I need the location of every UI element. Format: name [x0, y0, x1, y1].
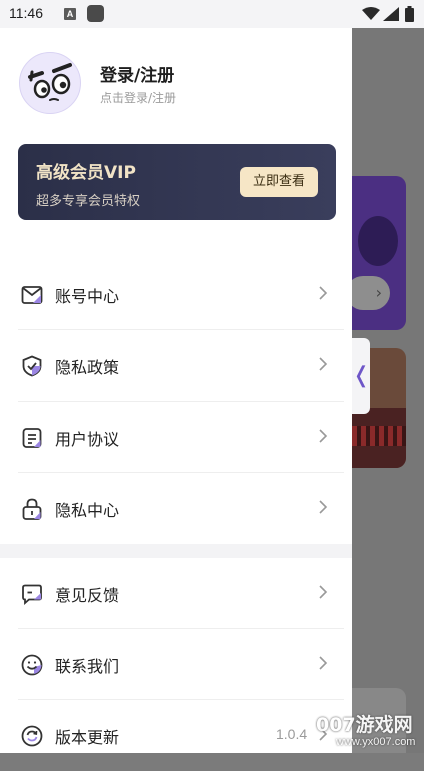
- signal-icon: [383, 7, 399, 21]
- chevron-right-icon: [319, 429, 328, 443]
- notification-a-icon: A: [64, 8, 76, 20]
- notification-app-icon: [87, 5, 104, 22]
- battery-icon: [405, 6, 414, 22]
- chevron-right-icon: [319, 585, 328, 599]
- avatar[interactable]: [19, 52, 81, 114]
- menu-item-label: 联系我们: [55, 657, 120, 676]
- smile-icon: [21, 654, 43, 676]
- wifi-icon: [362, 7, 380, 20]
- menu-item-label: 用户协议: [55, 430, 120, 449]
- menu-item-label: 隐私中心: [55, 501, 120, 520]
- feedback-icon: [22, 584, 42, 605]
- login-register-subtitle: 点击登录/注册: [100, 91, 177, 105]
- menu-item-feedback[interactable]: 意见反馈: [0, 558, 352, 629]
- mail-icon: [21, 286, 43, 304]
- menu-item-privacy-policy[interactable]: 隐私政策: [0, 330, 352, 401]
- menu-item-version-update[interactable]: 版本更新 1.0.4: [0, 700, 352, 771]
- menu-item-label: 账号中心: [55, 287, 120, 306]
- vip-title: 高级会员VIP: [36, 163, 136, 183]
- lock-icon: [22, 498, 42, 520]
- chevron-right-icon: [319, 656, 328, 670]
- menu-item-user-agreement[interactable]: 用户协议: [0, 402, 352, 473]
- status-bar: 11:46 A: [0, 0, 424, 28]
- watermark-url: www.yx007.com: [336, 736, 416, 748]
- background-card: ›: [346, 176, 406, 330]
- login-register-title[interactable]: 登录/注册: [100, 61, 174, 86]
- menu-item-label: 版本更新: [55, 728, 120, 747]
- angry-face-avatar-icon: [28, 63, 72, 101]
- drawer-collapse-handle[interactable]: ❬: [352, 338, 370, 414]
- menu-item-label: 隐私政策: [55, 358, 120, 377]
- watermark-title: 007游戏网: [316, 714, 413, 736]
- document-icon: [22, 428, 42, 448]
- vip-view-button[interactable]: 立即查看: [240, 167, 318, 197]
- chevron-right-icon: [319, 286, 328, 300]
- background-app: › ❬: [346, 28, 424, 753]
- menu-item-privacy-center[interactable]: 隐私中心: [0, 473, 352, 544]
- background-card-image: [358, 216, 398, 266]
- profile-header[interactable]: 登录/注册 点击登录/注册: [0, 28, 352, 138]
- photo-detail: [352, 426, 406, 446]
- version-number: 1.0.4: [276, 726, 308, 742]
- menu-item-label: 意见反馈: [55, 586, 120, 605]
- refresh-icon: [21, 725, 43, 747]
- site-watermark: 007游戏网 www.yx007.com: [314, 710, 424, 753]
- shield-check-icon: [22, 355, 42, 377]
- background-arrow-button: ›: [346, 276, 390, 310]
- chevron-right-icon: [319, 500, 328, 514]
- vip-subtitle: 超多专享会员特权: [36, 194, 141, 209]
- chevron-right-icon: [319, 357, 328, 371]
- vip-banner[interactable]: 高级会员VIP 超多专享会员特权 立即查看: [18, 144, 336, 220]
- status-time: 11:46: [9, 5, 43, 21]
- section-separator: [0, 544, 352, 558]
- menu-item-account-center[interactable]: 账号中心: [0, 259, 352, 330]
- menu-item-contact-us[interactable]: 联系我们: [0, 629, 352, 700]
- side-drawer: 登录/注册 点击登录/注册 高级会员VIP 超多专享会员特权 立即查看 账号中心…: [0, 28, 352, 753]
